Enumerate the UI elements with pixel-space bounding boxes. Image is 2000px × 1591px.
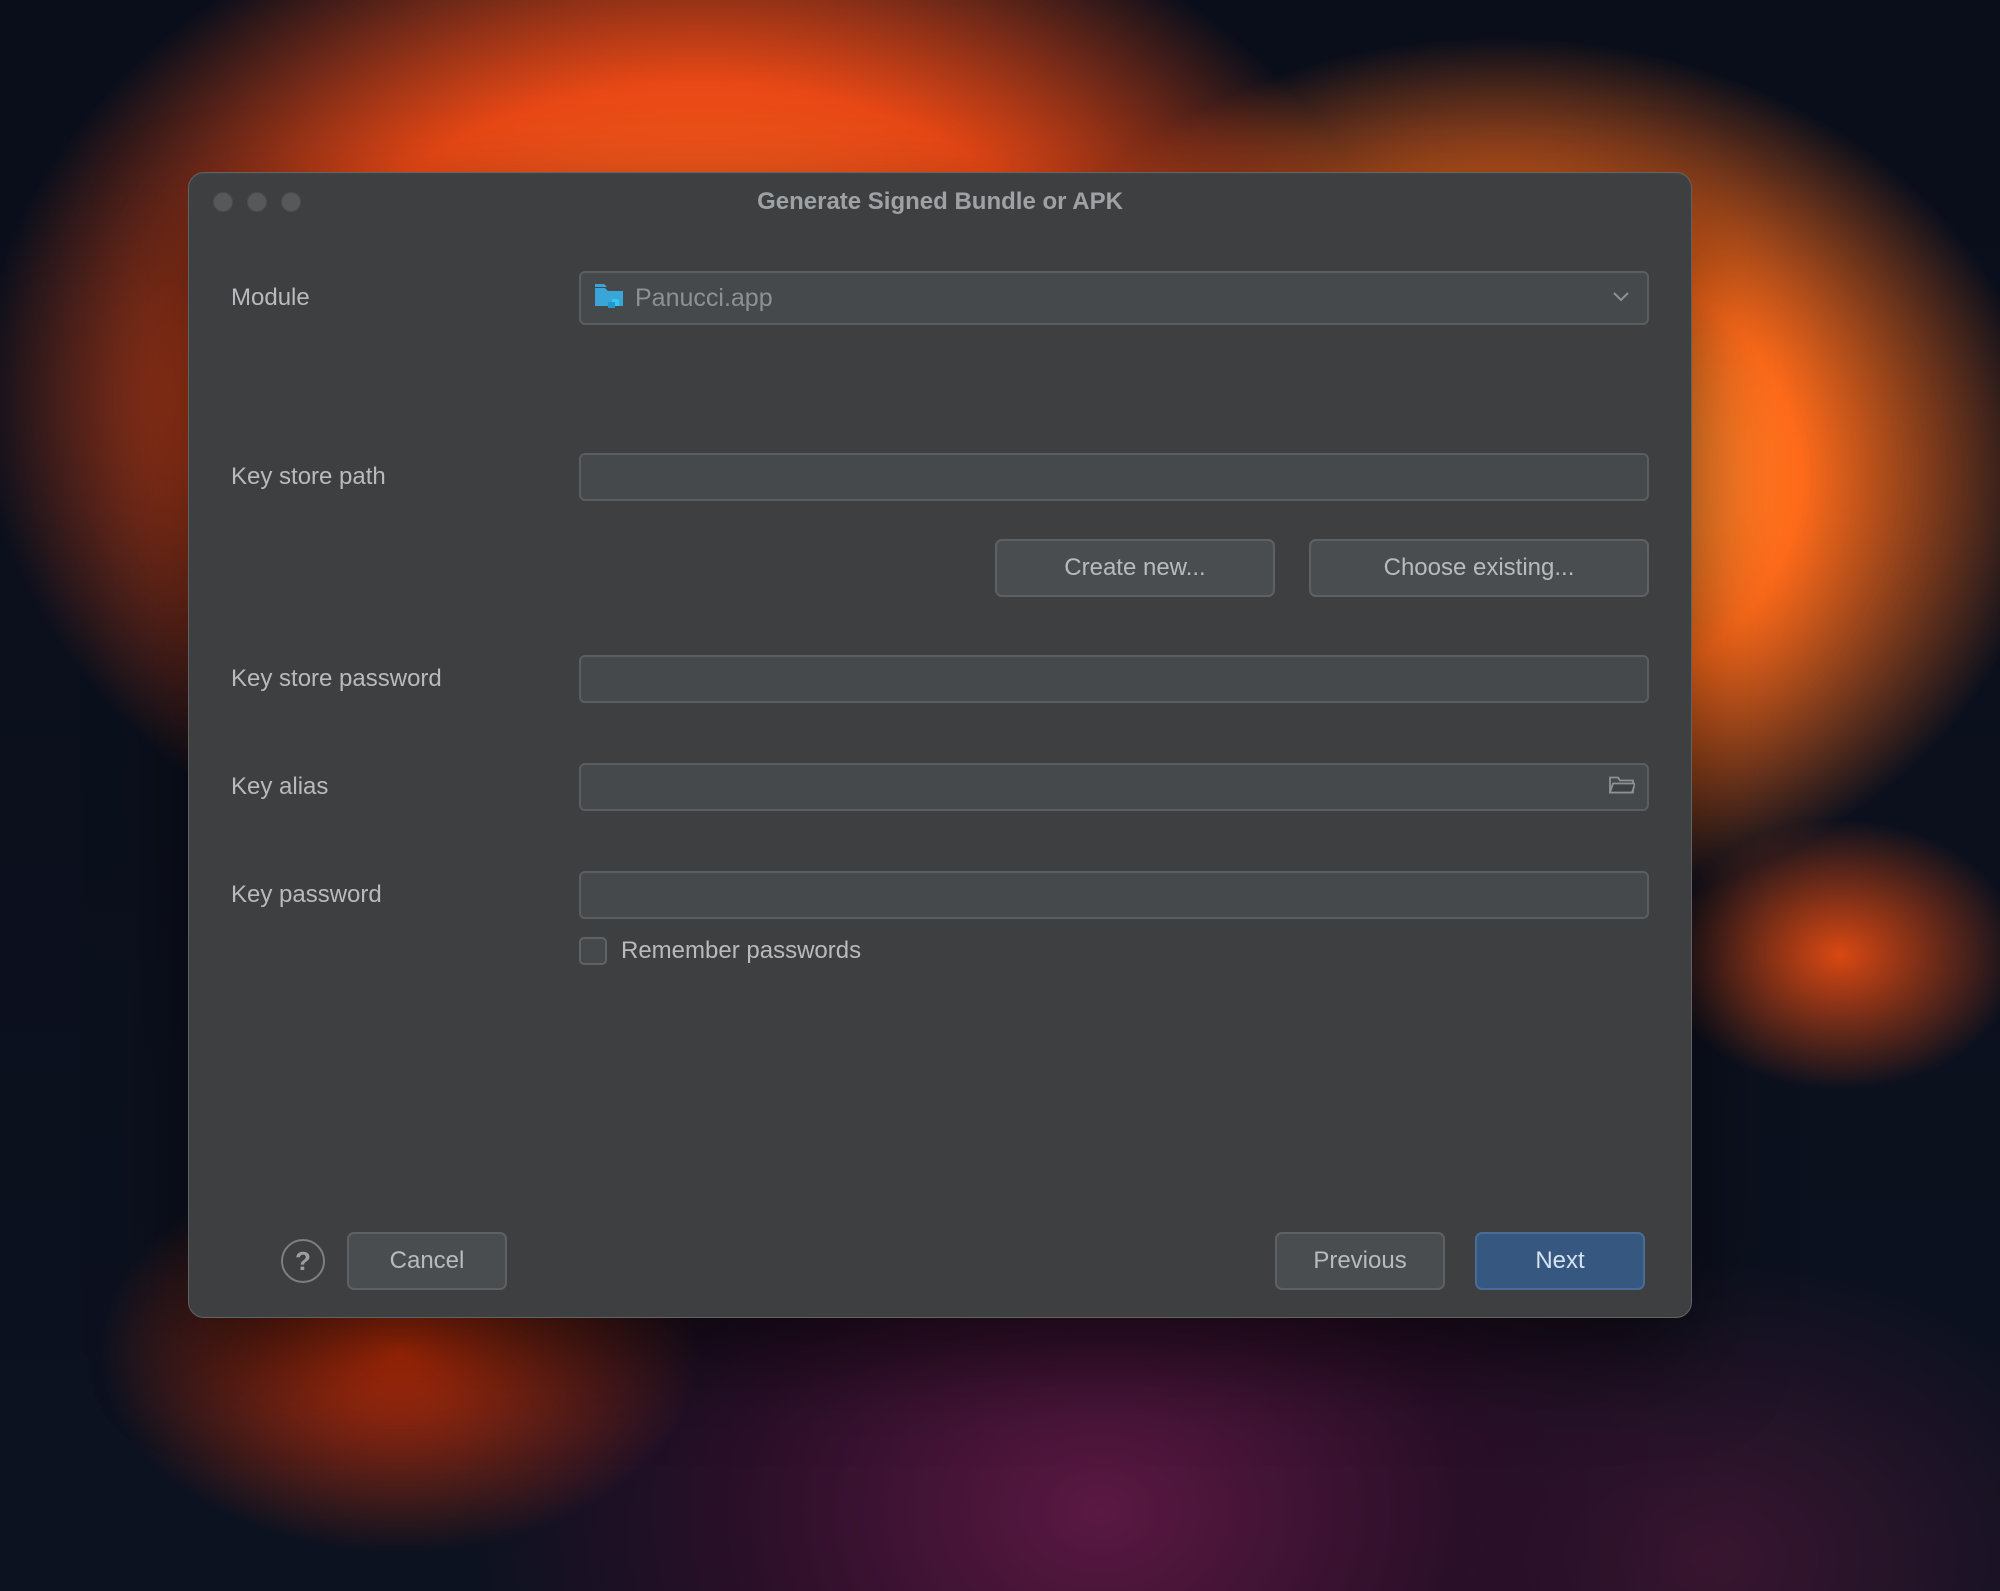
keystore-path-row: Key store path [231,453,1649,501]
create-new-button[interactable]: Create new... [995,539,1275,597]
dialog-body: Module Panucci.app [189,231,1691,965]
module-select[interactable]: Panucci.app [579,271,1649,325]
keystore-path-input[interactable] [579,453,1649,501]
browse-alias-folder-icon[interactable] [1609,775,1635,800]
dialog-footer: ? Cancel Previous Next [189,1205,1691,1317]
module-label: Module [231,284,579,312]
key-password-row: Key password [231,871,1649,919]
key-alias-label: Key alias [231,773,579,801]
key-alias-input[interactable] [579,763,1649,811]
remember-passwords-checkbox[interactable] [579,937,607,965]
window-controls [213,192,301,212]
keystore-buttons-row: Create new... Choose existing... [579,539,1649,597]
zoom-window-button[interactable] [281,192,301,212]
key-password-label: Key password [231,881,579,909]
titlebar: Generate Signed Bundle or APK [189,173,1691,231]
next-button[interactable]: Next [1475,1232,1645,1290]
choose-existing-button[interactable]: Choose existing... [1309,539,1649,597]
keystore-path-label: Key store path [231,463,579,491]
help-button[interactable]: ? [281,1239,325,1283]
previous-button[interactable]: Previous [1275,1232,1445,1290]
remember-passwords-label: Remember passwords [621,937,861,965]
keystore-password-row: Key store password [231,655,1649,703]
keystore-password-input[interactable] [579,655,1649,703]
chevron-down-icon [1613,289,1629,307]
key-alias-row: Key alias [231,763,1649,811]
module-row: Module Panucci.app [231,271,1649,325]
module-value: Panucci.app [635,284,773,313]
key-password-input[interactable] [579,871,1649,919]
module-folder-icon [595,284,623,313]
remember-passwords-row: Remember passwords [579,937,1649,965]
generate-signed-bundle-dialog: Generate Signed Bundle or APK Module Pan… [188,172,1692,1318]
cancel-button[interactable]: Cancel [347,1232,507,1290]
window-title: Generate Signed Bundle or APK [189,188,1691,216]
close-window-button[interactable] [213,192,233,212]
minimize-window-button[interactable] [247,192,267,212]
keystore-password-label: Key store password [231,665,579,693]
